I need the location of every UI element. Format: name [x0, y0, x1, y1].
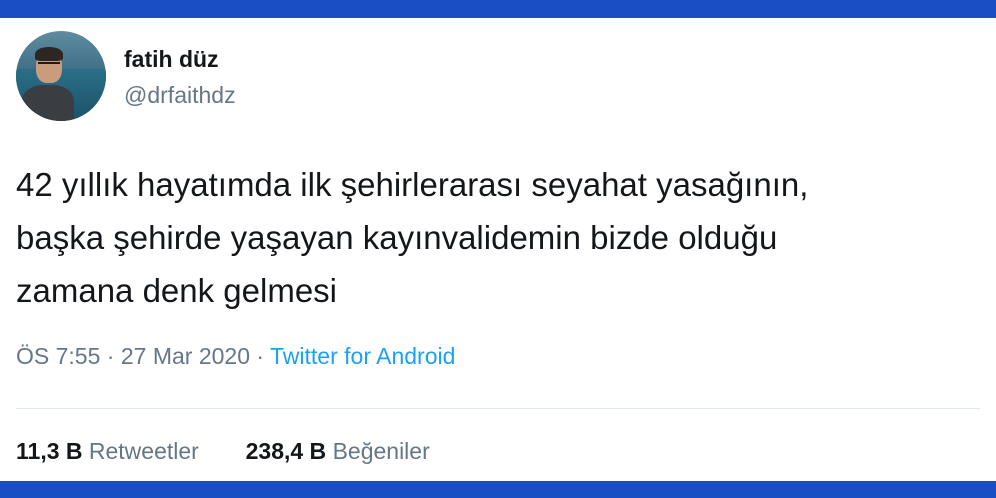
avatar[interactable] [16, 31, 106, 121]
retweets-stat[interactable]: 11,3 B Retweetler [16, 438, 205, 464]
tweet-time[interactable]: ÖS 7:55 [16, 343, 100, 369]
tweet-source-link[interactable]: Twitter for Android [270, 343, 455, 369]
retweets-label: Retweetler [88, 438, 199, 464]
tweet-text-line: zamana denk gelmesi [16, 272, 338, 309]
author-name[interactable]: fatih düz [124, 46, 219, 73]
retweets-count: 11,3 B [16, 438, 83, 464]
tweet-date[interactable]: 27 Mar 2020 [121, 343, 250, 369]
tweet-text-line: 42 yıllık hayatımda ilk şehirlerarası se… [16, 166, 809, 203]
frame-top-border [0, 0, 996, 18]
likes-stat[interactable]: 238,4 B Beğeniler [246, 438, 430, 464]
divider [16, 408, 980, 409]
tweet-text: 42 yıllık hayatımda ilk şehirlerarası se… [16, 158, 976, 317]
likes-label: Beğeniler [332, 438, 430, 464]
tweet-card: fatih düz @drfaithdz 42 yıllık hayatımda… [0, 18, 996, 481]
tweet-text-line: başka şehirde yaşayan kayınvalidemin biz… [16, 219, 778, 256]
likes-count: 238,4 B [245, 438, 327, 464]
tweet-meta: ÖS 7:55 · 27 Mar 2020 · Twitter for Andr… [16, 343, 455, 370]
frame-bottom-border [0, 481, 996, 498]
meta-separator: · [256, 343, 265, 369]
meta-separator: · [106, 343, 115, 369]
tweet-stats: 11,3 B Retweetler 238,4 B Beğeniler [16, 438, 430, 465]
author-handle[interactable]: @drfaithdz [124, 82, 236, 109]
